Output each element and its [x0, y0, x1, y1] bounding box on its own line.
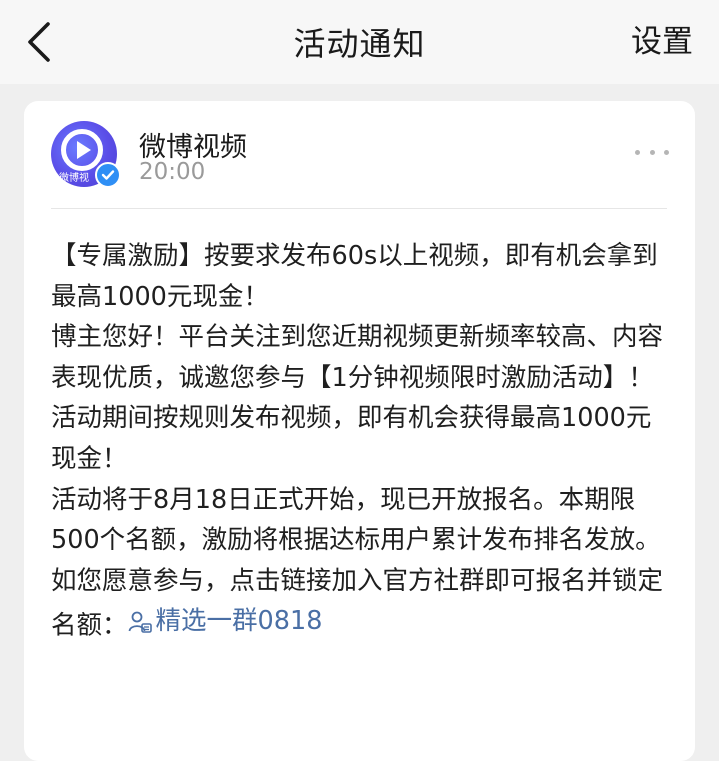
verified-badge [95, 162, 121, 188]
dot [664, 149, 669, 155]
group-icon [128, 611, 152, 633]
dot [635, 149, 640, 155]
back-arrow-icon [28, 22, 50, 62]
message-body: 【专属激励】按要求发布60s以上视频，即有机会拿到最高1000元现金！ 博主您好… [51, 236, 671, 646]
group-link[interactable]: 精选一群0818 [128, 601, 323, 642]
avatar-caption: 微博视 [59, 173, 89, 184]
back-button[interactable] [22, 20, 56, 64]
verified-check-icon [101, 170, 115, 180]
message-card: 微博视 微博视频 20:00 【专属激励】按要求发布60s以上视频，即有机会拿到… [24, 101, 695, 761]
group-link-label: 精选一群0818 [155, 606, 323, 637]
message-paragraph: 博主您好！平台关注到您近期视频更新频率较高、内容表现优质，诚邀您参与【1分钟视频… [51, 322, 664, 393]
message-paragraph: 活动期间按规则发布视频，即有机会获得最高1000元现金！ [51, 403, 652, 474]
message-paragraph: 如您愿意参与，点击链接加入官方社群即可报名并锁定名额： 精选一群0818 [51, 561, 671, 646]
nav-bar: 活动通知 设置 [0, 0, 719, 84]
message-paragraph: 活动将于8月18日正式开始，现已开放报名。本期限500个名额，激励将根据达标用户… [51, 484, 661, 556]
message-time: 20:00 [139, 159, 206, 185]
dot [649, 149, 655, 155]
more-dots-icon[interactable] [635, 145, 669, 159]
play-icon [77, 141, 91, 159]
page-title: 活动通知 [293, 25, 426, 63]
settings-button[interactable]: 设置 [631, 20, 693, 64]
message-paragraph: 【专属激励】按要求发布60s以上视频，即有机会拿到最高1000元现金！ [51, 241, 658, 312]
divider [51, 208, 667, 209]
